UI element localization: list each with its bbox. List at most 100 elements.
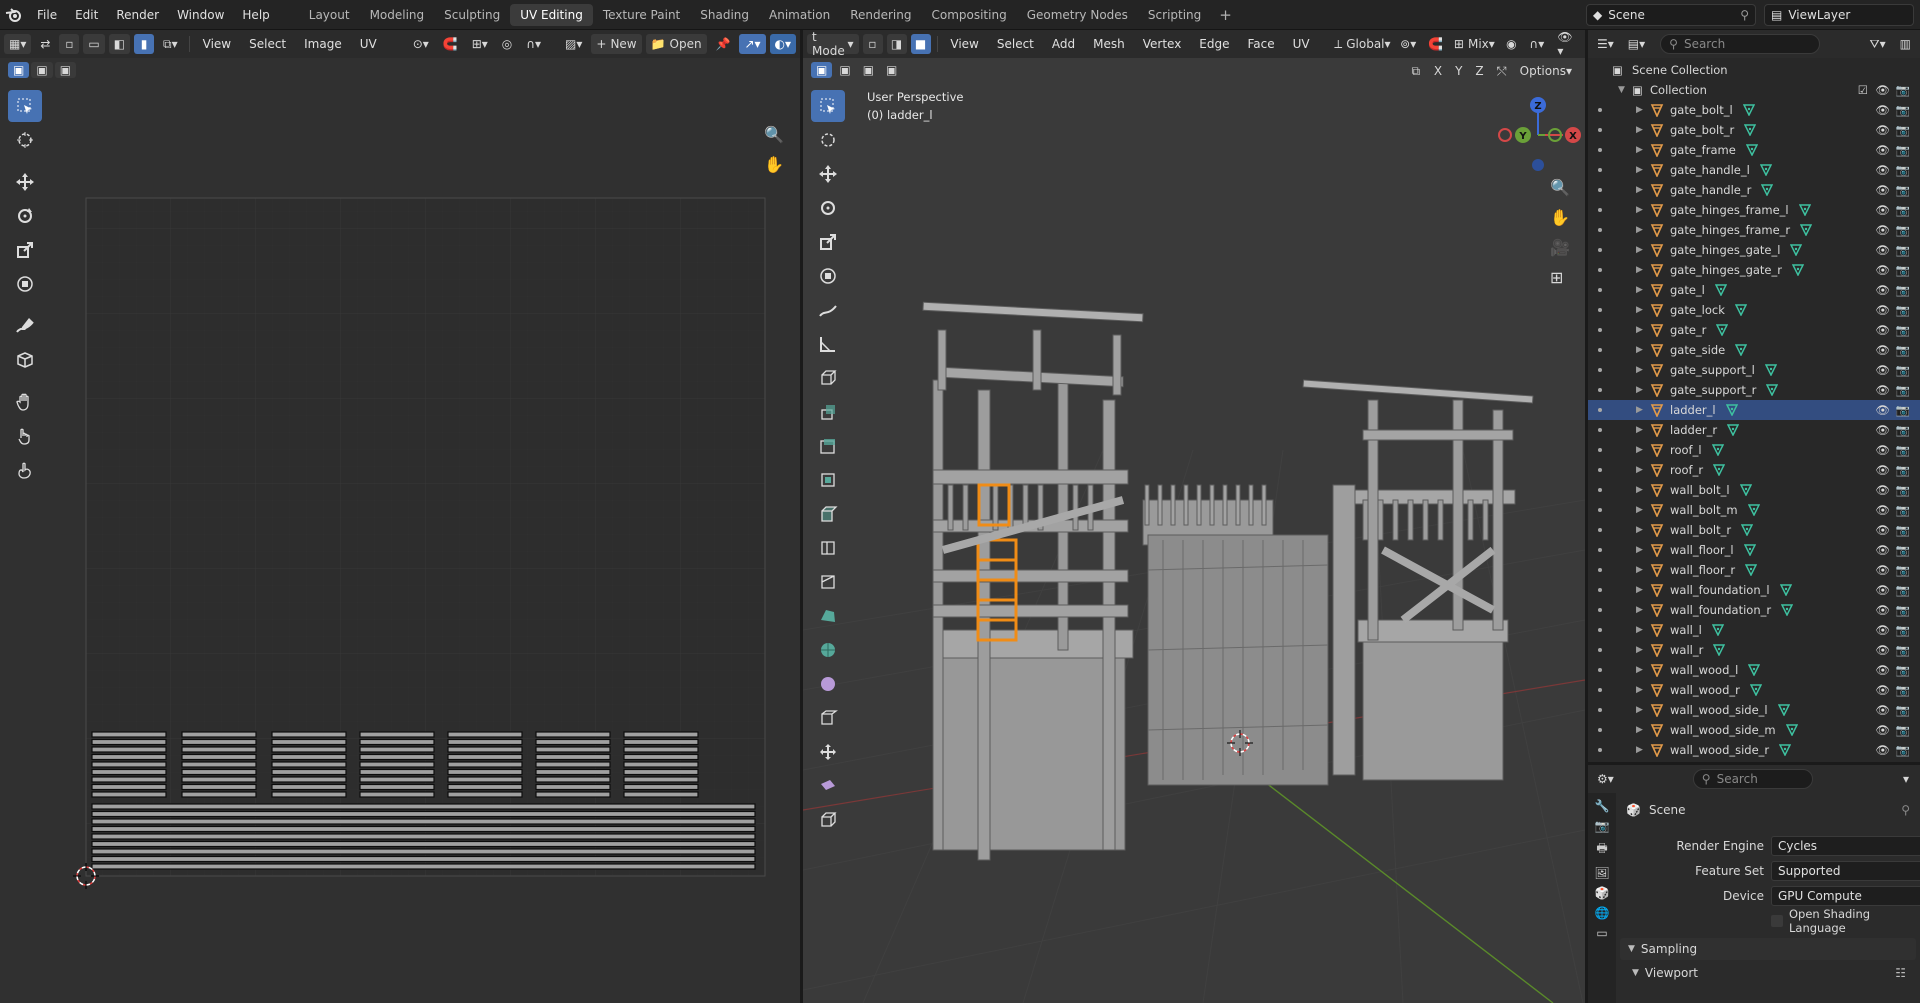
- select-mode-face-icon[interactable]: ◧: [108, 34, 131, 54]
- expand-arrow-icon[interactable]: ▶: [1636, 685, 1643, 695]
- expand-arrow-icon[interactable]: ▶: [1636, 285, 1643, 295]
- mesh-data-icon[interactable]: [1780, 604, 1794, 619]
- edit-mode-dot-icon[interactable]: [1598, 348, 1602, 352]
- render-tab-icon[interactable]: 📷: [1595, 819, 1610, 833]
- pan-view-icon[interactable]: ✋: [1550, 208, 1570, 227]
- render-camera-icon[interactable]: 📷: [1896, 443, 1910, 457]
- pan-view-icon[interactable]: ✋: [764, 155, 784, 174]
- visibility-eye-icon[interactable]: 👁: [1875, 743, 1890, 757]
- tab-scripting[interactable]: Scripting: [1138, 4, 1211, 26]
- expand-arrow-icon[interactable]: ▶: [1636, 405, 1643, 415]
- edit-mode-dot-icon[interactable]: [1598, 248, 1602, 252]
- edit-mode-dot-icon[interactable]: [1598, 528, 1602, 532]
- outliner-item[interactable]: ▶ gate_hinges_frame_l 👁 📷: [1588, 200, 1920, 220]
- cube-outline-tool-icon[interactable]: [811, 804, 845, 836]
- collection-expand-icon[interactable]: ▼: [1618, 85, 1625, 95]
- render-camera-icon[interactable]: 📷: [1896, 83, 1910, 97]
- open-image-button[interactable]: 📁 Open: [645, 34, 707, 54]
- expand-arrow-icon[interactable]: ▶: [1636, 105, 1643, 115]
- add-workspace-button[interactable]: +: [1211, 6, 1240, 24]
- cursor-tool-icon[interactable]: [811, 124, 845, 156]
- outliner-item[interactable]: ▶ ladder_l 👁 📷: [1588, 400, 1920, 420]
- device-select[interactable]: GPU Compute⌄: [1771, 886, 1920, 906]
- uv-islands-lower[interactable]: [91, 803, 756, 870]
- sampling-panel-header[interactable]: ▼ Sampling: [1620, 938, 1916, 960]
- mesh-data-icon[interactable]: [1777, 704, 1790, 719]
- sync-selection-icon[interactable]: ⇄: [35, 34, 55, 54]
- edit-mode-dot-icon[interactable]: [1598, 628, 1602, 632]
- edge-slide-tool-icon[interactable]: [811, 702, 845, 734]
- visibility-eye-icon[interactable]: 👁: [1875, 683, 1890, 697]
- render-camera-icon[interactable]: 📷: [1896, 463, 1910, 477]
- visibility-eye-icon[interactable]: 👁: [1875, 703, 1890, 717]
- scene-selector[interactable]: ◆ Scene ⚲: [1586, 4, 1756, 26]
- knife-tool-icon[interactable]: [811, 532, 845, 564]
- render-camera-icon[interactable]: 📷: [1896, 243, 1910, 257]
- image-browse-icon[interactable]: ▨▾: [560, 34, 587, 54]
- smooth-tool-icon[interactable]: [811, 634, 845, 666]
- render-camera-icon[interactable]: 📷: [1896, 723, 1910, 737]
- feature-set-select[interactable]: Supported⌄: [1771, 861, 1920, 881]
- select-mode-edge-icon[interactable]: ▭: [83, 34, 105, 54]
- expand-arrow-icon[interactable]: ▶: [1636, 225, 1643, 235]
- tab-modeling[interactable]: Modeling: [360, 4, 435, 26]
- pin-icon[interactable]: ⚲: [1901, 803, 1910, 817]
- edit-mode-dot-icon[interactable]: [1598, 748, 1602, 752]
- edit-mode-dot-icon[interactable]: [1598, 608, 1602, 612]
- render-camera-icon[interactable]: 📷: [1896, 223, 1910, 237]
- snap-icon[interactable]: 🧲: [438, 34, 463, 54]
- edit-mode-dot-icon[interactable]: [1598, 648, 1602, 652]
- render-camera-icon[interactable]: 📷: [1896, 703, 1910, 717]
- expand-arrow-icon[interactable]: ▶: [1636, 305, 1643, 315]
- mesh-data-icon[interactable]: [1759, 164, 1773, 179]
- edit-mode-dot-icon[interactable]: [1598, 388, 1602, 392]
- expand-arrow-icon[interactable]: ▶: [1636, 265, 1643, 275]
- edit-mode-dot-icon[interactable]: [1598, 468, 1602, 472]
- outliner-item[interactable]: ▶ gate_hinges_gate_r 👁 📷: [1588, 260, 1920, 280]
- outliner-item[interactable]: ▶ wall_floor_l 👁 📷: [1588, 540, 1920, 560]
- properties-editor-type-icon[interactable]: ⚙▾: [1592, 769, 1619, 789]
- expand-arrow-icon[interactable]: ▶: [1636, 165, 1643, 175]
- outliner-item[interactable]: ▶ wall_bolt_l 👁 📷: [1588, 480, 1920, 500]
- render-camera-icon[interactable]: 📷: [1896, 103, 1910, 117]
- mesh-data-icon[interactable]: [1743, 124, 1757, 139]
- mesh-data-icon[interactable]: [1791, 264, 1805, 279]
- outliner-item[interactable]: ▶ gate_hinges_gate_l 👁 📷: [1588, 240, 1920, 260]
- edit-mode-dot-icon[interactable]: [1598, 148, 1602, 152]
- tab-uv-editing[interactable]: UV Editing: [510, 3, 593, 26]
- render-camera-icon[interactable]: 📷: [1896, 623, 1910, 637]
- expand-arrow-icon[interactable]: ▶: [1636, 145, 1643, 155]
- edit-mode-dot-icon[interactable]: [1598, 568, 1602, 572]
- expand-arrow-icon[interactable]: ▶: [1636, 605, 1643, 615]
- expand-arrow-icon[interactable]: ▶: [1636, 625, 1643, 635]
- edit-mode-dot-icon[interactable]: [1598, 108, 1602, 112]
- collection-row[interactable]: ▼ ▣ Collection ☑ 👁 📷: [1588, 80, 1920, 100]
- visibility-eye-icon[interactable]: 👁: [1875, 463, 1890, 477]
- edit-mode-dot-icon[interactable]: [1598, 428, 1602, 432]
- visibility-eye-icon[interactable]: 👁: [1875, 323, 1890, 337]
- render-camera-icon[interactable]: 📷: [1896, 383, 1910, 397]
- zoom-view-icon[interactable]: 🔍: [764, 125, 784, 144]
- render-camera-icon[interactable]: 📷: [1896, 263, 1910, 277]
- visibility-eye-icon[interactable]: 👁: [1875, 223, 1890, 237]
- outliner-item[interactable]: ▶ gate_lock 👁 📷: [1588, 300, 1920, 320]
- render-camera-icon[interactable]: 📷: [1896, 183, 1910, 197]
- mesh-data-icon[interactable]: [1726, 424, 1740, 439]
- expand-arrow-icon[interactable]: ▶: [1636, 585, 1643, 595]
- outliner-item[interactable]: ▶ gate_support_l 👁 📷: [1588, 360, 1920, 380]
- expand-arrow-icon[interactable]: ▶: [1636, 645, 1643, 655]
- view-layer-selector[interactable]: ▤ ViewLayer: [1764, 4, 1914, 26]
- extrude-tool-icon[interactable]: [811, 396, 845, 428]
- expand-arrow-icon[interactable]: ▶: [1636, 325, 1643, 335]
- render-camera-icon[interactable]: 📷: [1896, 403, 1910, 417]
- zoom-view-icon[interactable]: 🔍: [1550, 178, 1570, 197]
- expand-arrow-icon[interactable]: ▶: [1636, 565, 1643, 575]
- visibility-eye-icon[interactable]: 👁: [1875, 163, 1890, 177]
- outliner-item[interactable]: ▶ gate_support_r 👁 📷: [1588, 380, 1920, 400]
- mesh-data-icon[interactable]: [1749, 684, 1763, 699]
- outliner-item[interactable]: ▶ gate_frame 👁 📷: [1588, 140, 1920, 160]
- filter-icon[interactable]: ⛛▾: [1865, 34, 1891, 54]
- tab-compositing[interactable]: Compositing: [921, 4, 1016, 26]
- rip-region-tool-icon[interactable]: [811, 770, 845, 802]
- mesh-data-icon[interactable]: [1740, 524, 1754, 539]
